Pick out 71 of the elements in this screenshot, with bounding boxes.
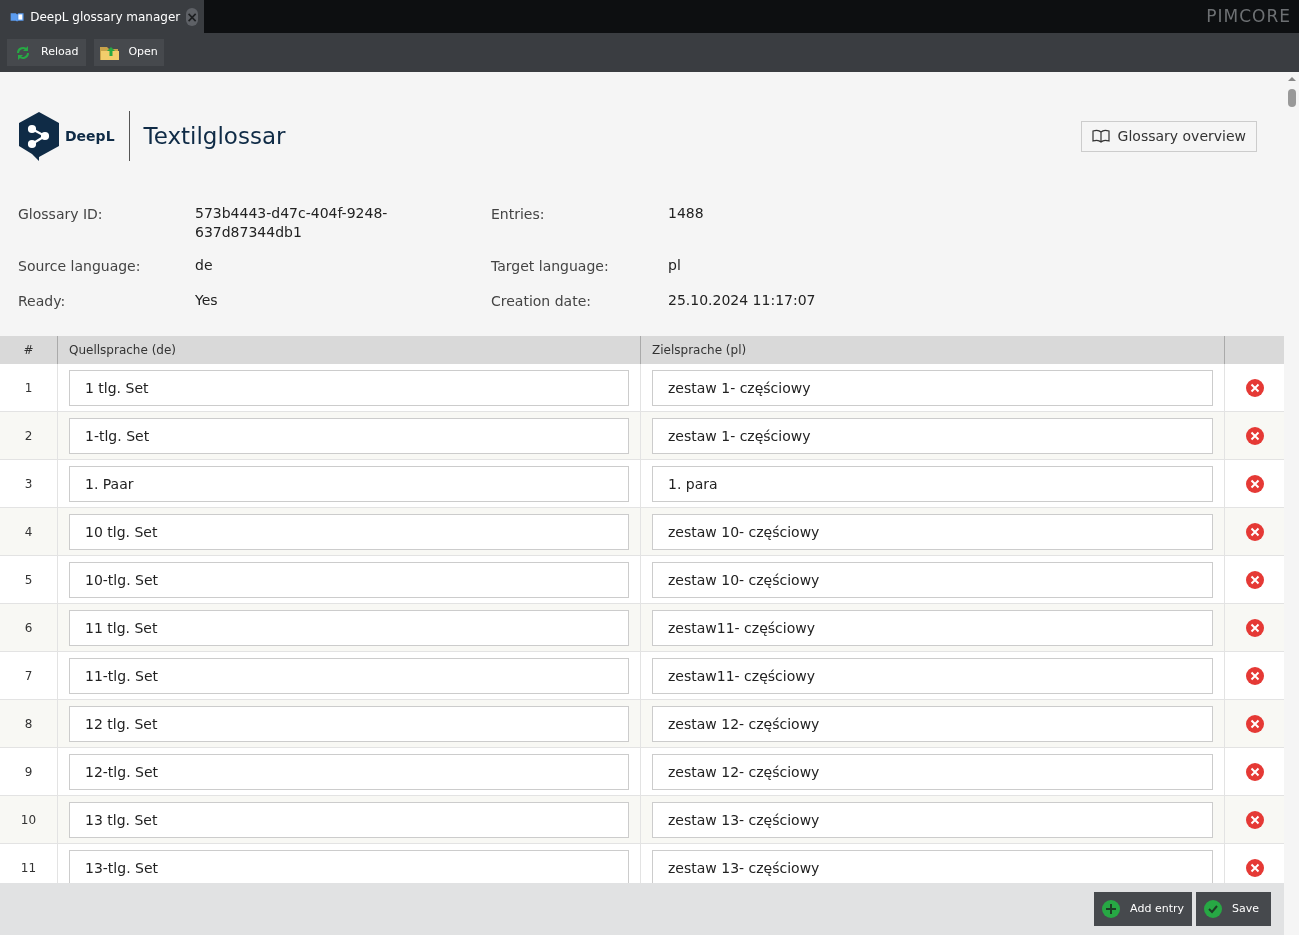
target-term-field[interactable]: zestaw 10- częściowy [652,561,1213,598]
source-term-field[interactable]: 10 tlg. Set [69,513,629,550]
row-number: 9 [0,748,58,795]
row-number: 1 [0,364,58,411]
target-term-field[interactable]: zestaw11- częściowy [652,657,1213,694]
source-term-field[interactable]: 1-tlg. Set [69,417,629,454]
reload-button[interactable]: Reload [7,39,87,66]
target-term-field[interactable]: 1. para [652,465,1213,502]
plus-icon [1102,900,1121,918]
delete-icon[interactable] [1245,378,1264,397]
row-number: 3 [0,460,58,507]
row-number: 7 [0,652,58,699]
save-button[interactable]: Save [1196,892,1271,926]
delete-icon[interactable] [1245,810,1264,829]
open-book-icon [1091,129,1110,143]
target-term-field[interactable]: zestaw 1- częściowy [652,369,1213,406]
info-label: Entries: [491,205,546,224]
delete-icon[interactable] [1245,762,1264,781]
target-term-field[interactable]: zestaw 12- częściowy [652,753,1213,790]
delete-icon[interactable] [1245,570,1264,589]
row-number: 5 [0,556,58,603]
row-number: 2 [0,412,58,459]
row-number: 4 [0,508,58,555]
source-term-field[interactable]: 1. Paar [69,465,629,502]
info-label: Ready: [18,292,67,311]
glossary-title: Textilglossar [143,121,286,151]
row-number: 6 [0,604,58,651]
info-value: 573b4443-d47c-404f-9248-637d87344db1 [195,204,389,242]
source-term-field[interactable]: 10-tlg. Set [69,561,629,598]
tab-title[interactable]: DeepL glossary manager [30,7,181,26]
info-label: Source language: [18,257,142,276]
source-term-field[interactable]: 13 tlg. Set [69,801,629,838]
info-value: Yes [195,291,219,310]
deepl-logo-icon [18,111,60,161]
info-label: Target language: [491,257,610,276]
add-entry-button[interactable]: Add entry [1094,892,1192,926]
info-value: 25.10.2024 11:17:07 [668,291,817,310]
delete-icon[interactable] [1245,666,1264,685]
delete-icon[interactable] [1245,618,1264,637]
open-button[interactable]: Open [94,39,164,66]
source-term-field[interactable]: 12-tlg. Set [69,753,629,790]
logo-text: DeepL [65,126,115,146]
info-value: pl [668,256,682,275]
target-term-field[interactable]: zestaw 1- częściowy [652,417,1213,454]
info-value: 1488 [668,204,705,223]
checkmark-icon [1204,900,1222,918]
source-term-field[interactable]: 11 tlg. Set [69,609,629,646]
delete-icon[interactable] [1245,426,1264,445]
source-term-field[interactable]: 12 tlg. Set [69,705,629,742]
delete-icon[interactable] [1245,858,1264,877]
glossary-overview-button[interactable]: Glossary overview [1080,120,1257,152]
scroll-up-icon[interactable] [1287,76,1296,81]
folder-icon [100,44,121,61]
target-term-field[interactable]: zestaw 13- częściowy [652,849,1213,883]
target-term-field[interactable]: zestaw 12- częściowy [652,705,1213,742]
info-label: Creation date: [491,292,592,311]
row-number: 8 [0,700,58,747]
delete-icon[interactable] [1245,522,1264,541]
info-label: Glossary ID: [18,205,104,224]
target-term-field[interactable]: zestaw11- częściowy [652,609,1213,646]
brand-logo: PIMCORE [1206,4,1292,28]
delete-icon[interactable] [1245,714,1264,733]
info-value: de [195,256,214,275]
source-term-field[interactable]: 1 tlg. Set [69,369,629,406]
source-term-field[interactable]: 11-tlg. Set [69,657,629,694]
target-term-field[interactable]: zestaw 10- częściowy [652,513,1213,550]
target-term-field[interactable]: zestaw 13- częściowy [652,801,1213,838]
row-number: 10 [0,796,58,843]
scrollbar-thumb[interactable] [1287,89,1296,107]
delete-icon[interactable] [1245,474,1264,493]
source-term-field[interactable]: 13-tlg. Set [69,849,629,883]
